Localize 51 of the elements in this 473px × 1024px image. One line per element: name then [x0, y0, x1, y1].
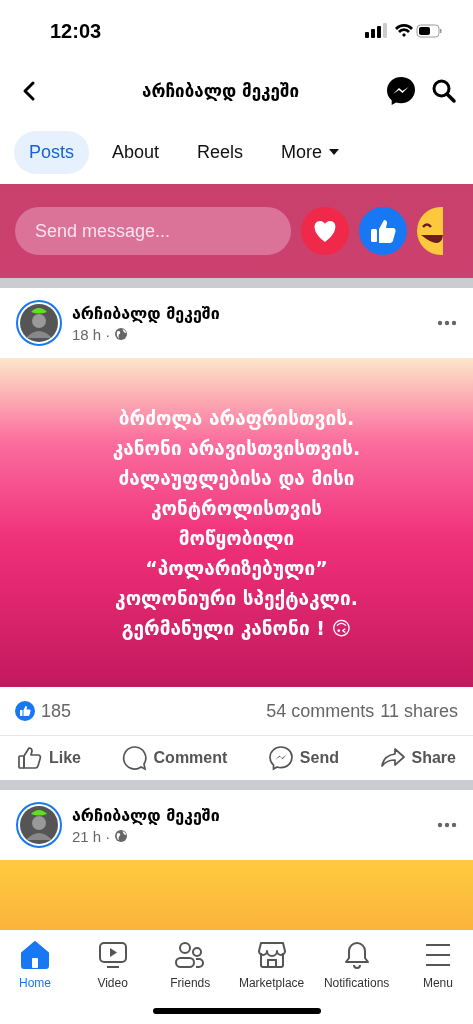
signal-icon	[365, 23, 387, 38]
search-icon[interactable]	[431, 78, 457, 104]
nav-tab[interactable]: Notifications	[321, 940, 392, 990]
emoji-icon[interactable]	[417, 207, 443, 255]
separator-dot: ·	[105, 325, 111, 343]
profile-tab[interactable]: More	[266, 130, 356, 174]
post-action-button[interactable]: Share	[377, 744, 458, 772]
post-action-button[interactable]: Send	[265, 743, 341, 773]
post-action-button[interactable]: Like	[15, 744, 83, 772]
friends-icon	[174, 940, 207, 970]
separator-dot: ·	[105, 827, 111, 845]
share-count[interactable]: 11 shares	[380, 700, 458, 722]
avatar[interactable]	[16, 300, 62, 346]
like-count-icon	[15, 701, 35, 721]
profile-tab[interactable]: Reels	[182, 130, 259, 174]
status-time: 12:03	[50, 19, 102, 43]
store-icon	[256, 940, 287, 970]
profile-tab[interactable]: About	[97, 130, 175, 174]
share-icon	[379, 746, 406, 770]
messenger-icon[interactable]	[385, 75, 417, 107]
page-title: არჩიბალდ მეკეში	[141, 81, 300, 101]
wifi-icon	[395, 23, 413, 37]
post-time: 18 h	[72, 325, 102, 343]
post-text: ბრძოლა არაფრისთვის. კანონი არავისთვისთვის. ძალაუფლებისა და მისი კონტროლისთვის მოწყობილი “პოლარიზებული” კოლონიური სპექტაკლი. გერმანული კანონი ! 🙃	[112, 405, 361, 642]
nav-tab[interactable]: Friends	[159, 940, 222, 990]
author-name[interactable]: არჩიბალდ მეკეში	[72, 303, 427, 323]
profile-tab[interactable]: Posts	[14, 130, 90, 174]
like-count: 185	[41, 700, 72, 722]
post-time: 21 h	[72, 827, 102, 845]
more-icon[interactable]	[437, 822, 457, 828]
home-icon	[20, 940, 50, 970]
globe-icon	[114, 327, 129, 341]
heart-reaction-icon[interactable]	[301, 207, 349, 255]
back-icon[interactable]	[22, 80, 36, 102]
like-icon	[17, 746, 43, 770]
comment-icon	[121, 745, 148, 771]
nav-tab[interactable]: Video	[81, 940, 144, 990]
battery-icon	[416, 24, 442, 38]
more-icon[interactable]	[437, 320, 457, 326]
nav-tab[interactable]: Menu	[406, 940, 469, 990]
message-field[interactable]: Send message...	[15, 207, 291, 255]
nav-tab[interactable]: Marketplace	[236, 940, 307, 990]
globe-icon	[114, 829, 129, 843]
nav-tab[interactable]: Home	[4, 940, 66, 990]
video-icon	[97, 940, 128, 970]
like-reaction-icon[interactable]	[359, 207, 407, 255]
post-action-button[interactable]: Comment	[119, 743, 230, 773]
avatar[interactable]	[16, 802, 62, 848]
author-name[interactable]: არჩიბალდ მეკეში	[72, 805, 427, 825]
messenger-icon	[267, 745, 294, 771]
comment-count[interactable]: 54 comments	[266, 700, 375, 722]
